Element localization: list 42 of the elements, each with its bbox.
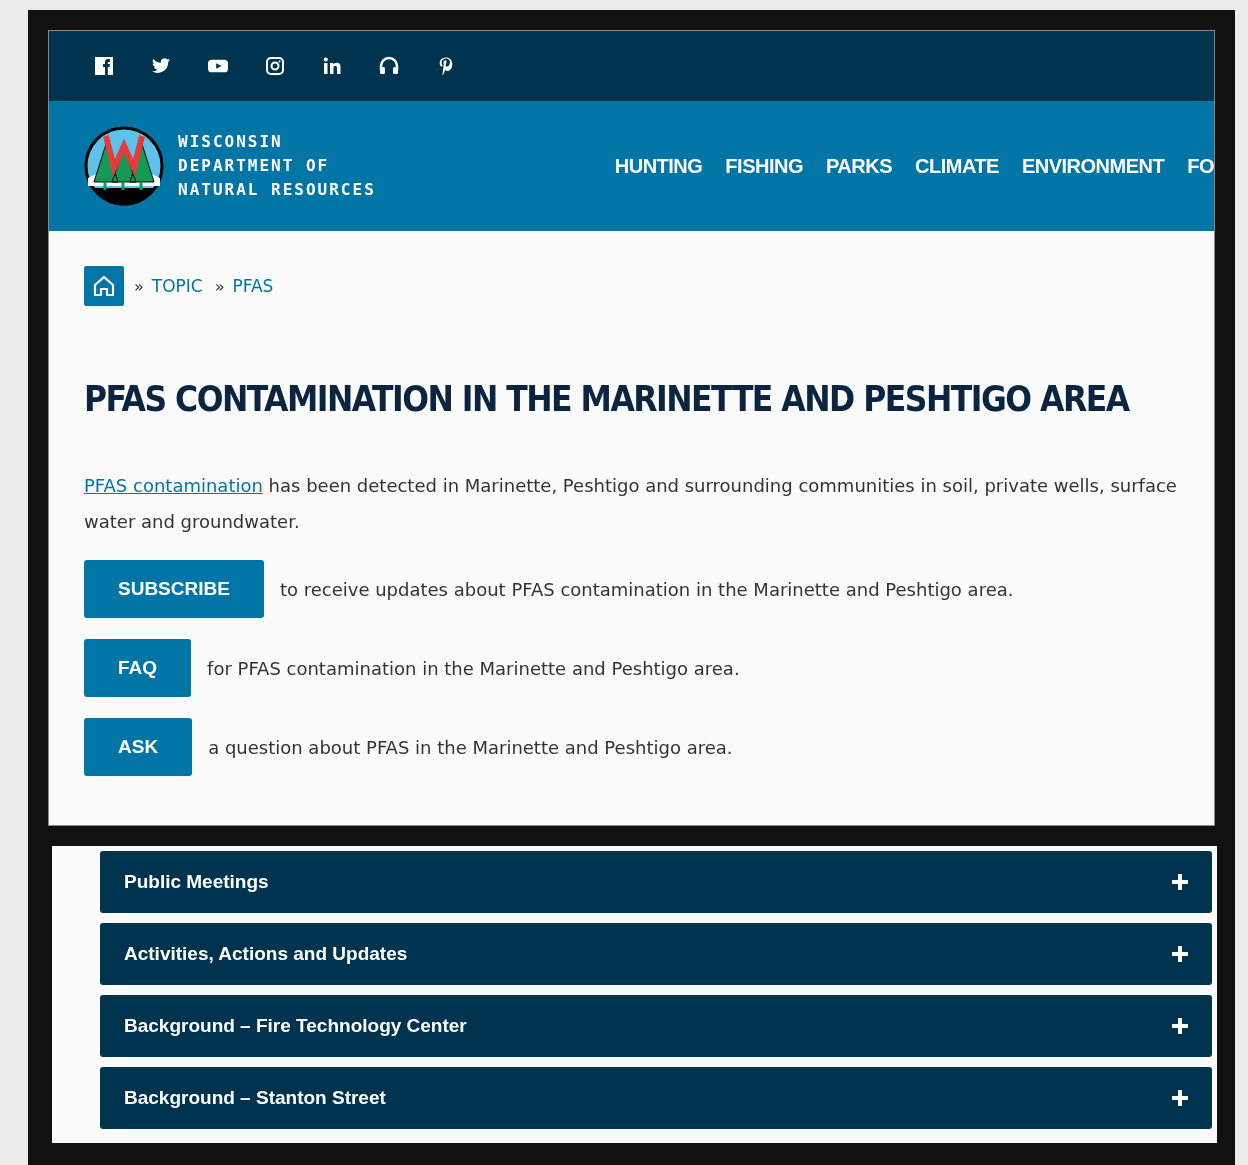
action-description: to receive updates about PFAS contamination in the Marinette and Peshtigo area. (279, 578, 1014, 600)
intro-paragraph: PFAS contamination has been detected in Marinette, Peshtigo and surrounding communities in soil, private wells, surface water and groundwater. (84, 474, 1178, 535)
camera-icon[interactable] (265, 56, 285, 76)
nav-link[interactable]: HUNTING (614, 154, 703, 178)
accordion-header[interactable]: Activities, Actions and Updates (100, 923, 1212, 985)
agency-name-line[interactable]: DEPARTMENT OF (178, 154, 376, 178)
nav-link[interactable]: CLIMATE (915, 154, 999, 178)
action-description: for PFAS contamination in the Marinette and Peshtigo area. (207, 657, 740, 679)
pfas-link[interactable]: PFAS contamination (84, 475, 263, 497)
dnr-logo-drawing[interactable] (84, 126, 164, 206)
breadcrumb-separator: » (214, 276, 225, 296)
plus-icon[interactable] (1172, 874, 1188, 890)
nav-link[interactable]: FISHING (725, 154, 803, 178)
action-description: a question about PFAS in the Marinette and Peshtigo area. (208, 736, 733, 758)
accordion-header[interactable]: Background – Fire Technology Center (100, 995, 1212, 1057)
headphones-icon[interactable] (379, 56, 399, 76)
breadcrumb-link[interactable]: TOPIC (151, 276, 203, 296)
nav-link[interactable]: FO (1187, 154, 1214, 178)
accordion-title: Background – Fire Technology Center (124, 1015, 467, 1037)
action-button[interactable]: SUBSCRIBE (84, 560, 264, 619)
accordion-header[interactable]: Background – Stanton Street (100, 1067, 1212, 1129)
accordion-title: Activities, Actions and Updates (124, 943, 408, 965)
action-button[interactable]: ASK (84, 718, 193, 777)
bird-icon[interactable] (151, 56, 171, 76)
agency-name-line[interactable]: WISCONSIN (178, 130, 376, 154)
accordion-header[interactable]: Public Meetings (100, 851, 1212, 913)
plus-icon[interactable] (1172, 1090, 1188, 1106)
facebook-icon[interactable] (94, 56, 114, 76)
plus-icon[interactable] (1172, 946, 1188, 962)
accordion-title: Public Meetings (124, 871, 269, 893)
linkedin-icon[interactable] (322, 56, 342, 76)
page-title: PFAS CONTAMINATION IN THE MARINETTE AND PESHTIGO AREA (84, 378, 1131, 421)
plus-icon[interactable] (1172, 1018, 1188, 1034)
breadcrumb-separator: » (134, 276, 144, 296)
action-button[interactable]: FAQ (84, 639, 192, 698)
nav-link[interactable]: ENVIRONMENT (1021, 154, 1165, 178)
accordion-title: Background – Stanton Street (124, 1087, 386, 1109)
home-icon (92, 274, 116, 298)
breadcrumb-link[interactable]: PFAS (232, 276, 274, 296)
nav-link[interactable]: PARKS (826, 154, 892, 178)
agency-name-line[interactable]: NATURAL RESOURCES (178, 178, 376, 202)
home-button[interactable] (84, 266, 124, 306)
